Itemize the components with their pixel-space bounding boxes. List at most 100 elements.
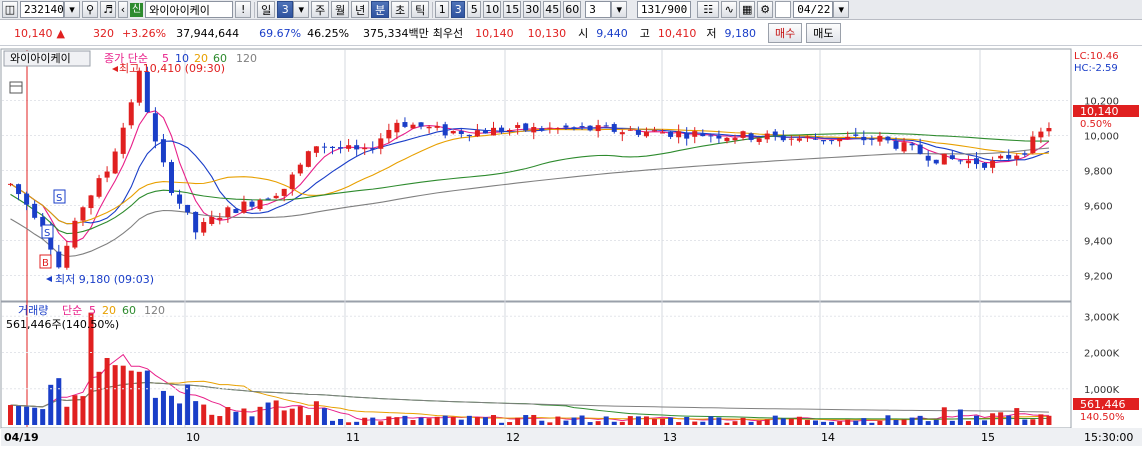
period-year-button[interactable]: 년 [351, 1, 370, 18]
volume-bar [740, 417, 746, 425]
stock-code-input[interactable]: 232140 [20, 1, 64, 18]
high-label: 고 [639, 27, 650, 40]
candle-body [660, 132, 666, 134]
interval-button-60[interactable]: 60 [563, 1, 582, 18]
speaker-icon[interactable]: ♬ [100, 1, 116, 18]
vma5-legend: 5 [89, 304, 96, 317]
candle-body [700, 133, 706, 137]
interval-button-10[interactable]: 10 [483, 1, 502, 18]
volume-bar [265, 402, 271, 425]
volume-bar [305, 415, 311, 425]
candle-body [603, 125, 609, 127]
indicator-icon[interactable]: ▦ [739, 1, 756, 18]
interval-button-3[interactable]: 3 [451, 1, 466, 18]
stock-name-field[interactable]: 와이아이케이 [145, 1, 234, 18]
candle-body [289, 174, 295, 190]
volume-bar [273, 400, 279, 425]
calendar-icon[interactable] [9, 81, 23, 94]
volume-bar [941, 407, 947, 425]
candle-body [635, 129, 641, 135]
volume-bar [458, 419, 464, 425]
interval-button-1[interactable]: 1 [435, 1, 450, 18]
candle-body [474, 130, 480, 137]
chart-area[interactable]: 와이아이케이 종가 단순 5 10 20 60 120 최고 10,410 (0… [0, 47, 1142, 446]
candle-body [305, 151, 311, 167]
candle-body [595, 125, 601, 132]
vma20-legend: 20 [102, 304, 116, 317]
date-field[interactable]: 04/22 [793, 1, 834, 18]
candle-body [120, 127, 126, 154]
volume-bar [643, 416, 649, 425]
interval-custom-input[interactable]: 3 [585, 1, 612, 18]
period-day-button[interactable]: 일 [257, 1, 276, 18]
candle-body [829, 140, 835, 142]
candle-type-icon[interactable]: ☷ [697, 1, 720, 18]
search-icon[interactable]: ⚲ [82, 1, 98, 18]
candle-body [450, 130, 456, 134]
candle-body [893, 141, 899, 149]
candle-body [177, 194, 183, 204]
lc-label: LC:10.46 [1074, 51, 1119, 62]
volume-bar [668, 417, 674, 425]
low-price: 9,180 [724, 26, 757, 40]
x-axis-label: 12 [506, 431, 520, 444]
volume-bar [338, 418, 344, 425]
volume-bar [24, 406, 30, 425]
volume-bar [845, 419, 851, 425]
candle-body [788, 138, 794, 140]
volume-bar [201, 404, 207, 425]
period-second-button[interactable]: 초 [391, 1, 410, 18]
candle-body [990, 160, 996, 168]
volume-bar [821, 421, 827, 425]
interval-button-45[interactable]: 45 [543, 1, 562, 18]
volume-bar [869, 422, 875, 425]
candle-body [837, 138, 843, 142]
volume-bar [474, 417, 480, 425]
volume-bar [1014, 408, 1020, 425]
volume-bar [491, 415, 496, 425]
dropdown-arrow-icon[interactable]: ▾ [64, 1, 80, 18]
count-field[interactable]: 131/900 [637, 1, 692, 18]
alert-icon[interactable]: ! [235, 1, 252, 18]
interval-button-30[interactable]: 30 [523, 1, 542, 18]
settings-gear-icon[interactable]: ⚙ [757, 1, 774, 18]
stock-chart-svg[interactable]: 와이아이케이 종가 단순 5 10 20 60 120 최고 10,410 (0… [0, 47, 1142, 446]
volume-bar [780, 418, 786, 425]
candle-body [24, 193, 30, 205]
date-checkbox[interactable] [775, 1, 792, 18]
candle-body [434, 125, 440, 128]
prev-stock-icon[interactable]: ‹ [118, 1, 128, 18]
interval-button-15[interactable]: 15 [503, 1, 522, 18]
volume-bar [692, 421, 698, 425]
period-tick-button[interactable]: 틱 [411, 1, 430, 18]
date-dropdown-icon[interactable]: ▾ [833, 1, 850, 18]
volume-bar [652, 419, 657, 425]
candle-body [732, 138, 738, 141]
period-month-button[interactable]: 월 [331, 1, 350, 18]
interval-buttons: 1 3 5 10 15 30 45 60 [433, 1, 582, 18]
candle-body [1022, 153, 1028, 155]
current-price-tag: 10,140 [1080, 105, 1119, 118]
volume-bar [418, 417, 424, 425]
layout-icon[interactable]: ◫ [2, 1, 18, 18]
low-annotation: 최저 9,180 (09:03) [55, 273, 154, 286]
candle-body [8, 183, 13, 185]
candle-body [442, 124, 448, 136]
period-day-count[interactable]: 3 [277, 1, 294, 18]
price-change-percent: +3.26% [121, 26, 167, 40]
candle-body [965, 160, 971, 164]
candle-body [313, 146, 319, 153]
chart-type-icon[interactable]: ∿ [721, 1, 738, 18]
trading-amount: 375,334백만 [363, 27, 429, 40]
candle-body [96, 178, 102, 197]
period-dropdown-icon[interactable]: ▾ [293, 1, 310, 18]
period-minute-button[interactable]: 분 [371, 1, 390, 18]
buy-button[interactable]: 매수 [768, 23, 803, 43]
candle-body [845, 136, 851, 139]
period-week-button[interactable]: 주 [311, 1, 330, 18]
volume-bar [587, 422, 593, 425]
sell-button[interactable]: 매도 [806, 23, 841, 43]
interval-dropdown-icon[interactable]: ▾ [611, 1, 628, 18]
volume-ma-legend: 단순 [62, 304, 82, 317]
interval-button-5[interactable]: 5 [467, 1, 482, 18]
